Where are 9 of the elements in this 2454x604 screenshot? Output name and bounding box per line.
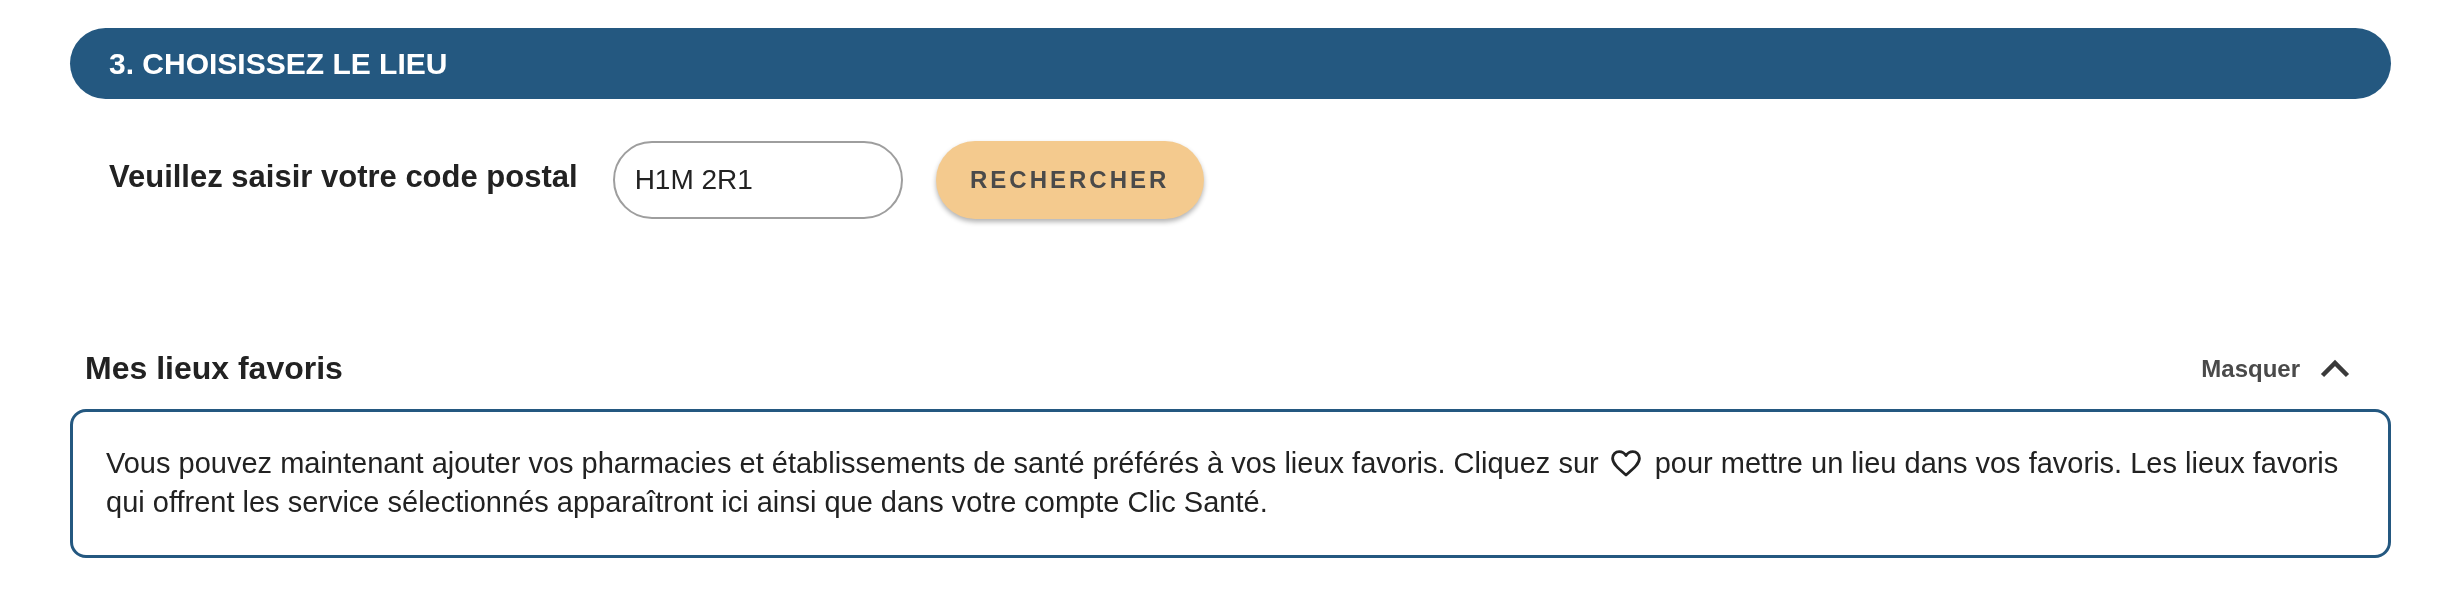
favorites-heading: Mes lieux favoris bbox=[85, 350, 343, 387]
search-button[interactable]: RECHERCHER bbox=[935, 141, 1204, 219]
postal-code-label: Veuillez saisir votre code postal bbox=[109, 159, 578, 196]
hide-toggle[interactable]: Masquer bbox=[2201, 354, 2350, 383]
postal-code-field[interactable]: H1M 2R1 bbox=[612, 141, 903, 219]
favorites-info-text: Vous pouvez maintenant ajouter vos pharmacies et établissements de santé préférés à vos lieux favoris. Cliquez sur pour mettre un lieu dans vos favoris. Les lieux favoris qui offrent les service sélectionnés apparaîtront ici ainsi que dans votre compte Clic Santé. bbox=[106, 446, 2340, 520]
chevron-icon bbox=[2320, 359, 2350, 378]
section-title: 3. CHOISISSEZ LE LIEU bbox=[109, 46, 448, 81]
heart-icon bbox=[1610, 450, 1641, 477]
